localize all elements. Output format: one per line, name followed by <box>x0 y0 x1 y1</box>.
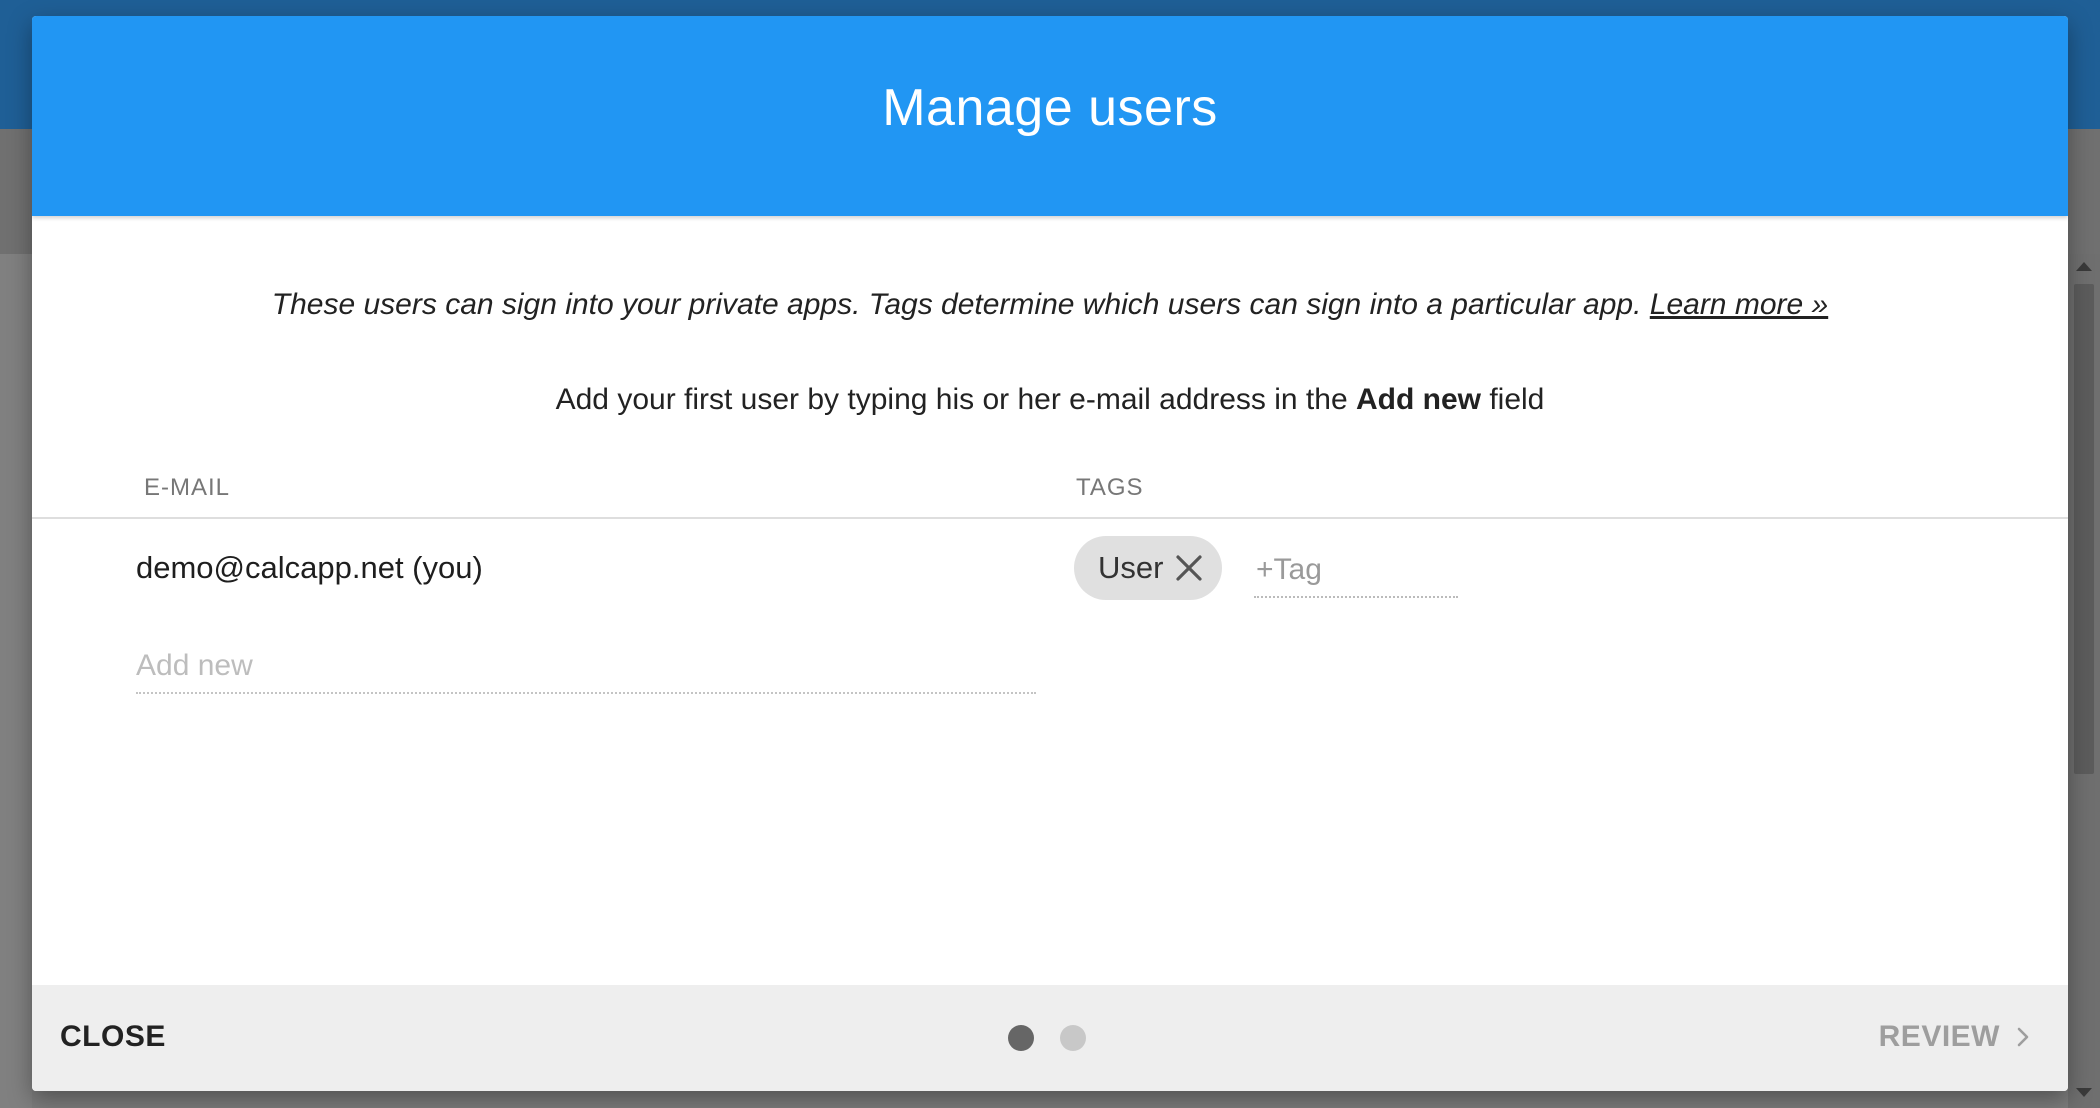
intro-text: These users can sign into your private a… <box>32 288 2068 322</box>
background-scroll-thumb[interactable] <box>2074 284 2094 774</box>
review-button[interactable]: REVIEW <box>1879 1009 2032 1065</box>
learn-more-link[interactable]: Learn more » <box>1650 288 1828 321</box>
tag-chip-user[interactable]: User <box>1074 536 1222 600</box>
dialog-title: Manage users <box>882 78 1218 137</box>
tags-column-header: TAGS <box>1076 474 1144 501</box>
instruction-bold: Add new <box>1355 383 1481 416</box>
review-label: REVIEW <box>1878 1020 2000 1053</box>
add-tag-input[interactable] <box>1254 544 1458 598</box>
arrow-down-icon[interactable] <box>2076 1088 2092 1097</box>
intro-description: These users can sign into your private a… <box>271 288 1642 321</box>
background-panel <box>0 254 32 1108</box>
page-dot-2[interactable] <box>1060 1025 1086 1051</box>
dialog-footer: CLOSE REVIEW <box>32 985 2068 1091</box>
user-email: demo@calcapp.net (you) <box>136 550 483 585</box>
dialog-header: Manage users <box>32 16 2068 216</box>
close-button[interactable]: CLOSE <box>60 1009 166 1065</box>
instruction-text: Add your first user by typing his or her… <box>32 383 2068 417</box>
instruction-suffix: field <box>1489 383 1545 416</box>
add-new-user-input[interactable] <box>136 640 1036 694</box>
page-dot-1[interactable] <box>1008 1025 1034 1051</box>
close-icon[interactable] <box>1174 553 1204 583</box>
email-column-header: E-MAIL <box>144 474 231 501</box>
page-indicator <box>1008 1025 1086 1051</box>
table-divider <box>32 517 2068 519</box>
tag-chip-label: User <box>1098 550 1164 585</box>
manage-users-dialog: Manage users These users can sign into y… <box>32 16 2068 1091</box>
instruction-prefix: Add your first user by typing his or her… <box>555 383 1348 416</box>
arrow-up-icon[interactable] <box>2076 262 2092 271</box>
chevron-right-icon <box>2017 1027 2029 1047</box>
